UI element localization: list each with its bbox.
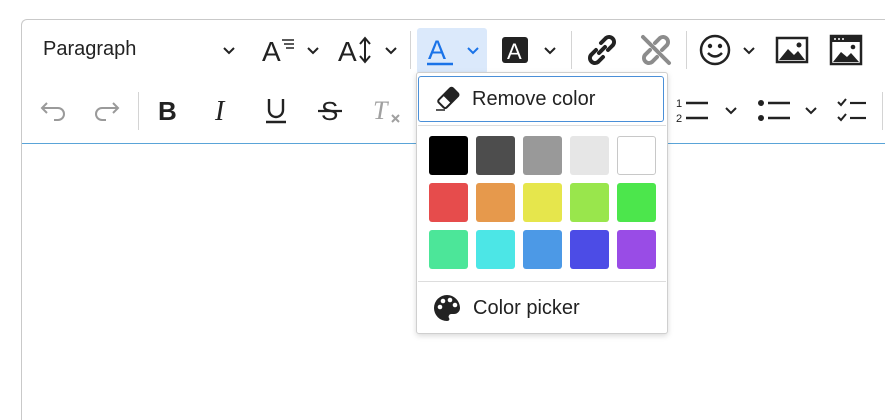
- color-swatch[interactable]: [617, 230, 656, 269]
- svg-text:I: I: [214, 96, 226, 125]
- clear-formatting-button[interactable]: T: [366, 90, 406, 130]
- media-icon: [829, 34, 863, 66]
- svg-text:A: A: [507, 39, 522, 64]
- color-swatch[interactable]: [476, 230, 515, 269]
- toolbar-row-1: Paragraph A A A A: [22, 20, 885, 76]
- dropdown-divider: [418, 281, 666, 282]
- chevron-down-icon: [725, 107, 737, 115]
- font-color-icon: A: [427, 35, 453, 66]
- svg-text:A: A: [338, 36, 357, 65]
- undo-button[interactable]: [36, 90, 72, 130]
- svg-text:T: T: [373, 96, 389, 125]
- eraser-icon: [436, 86, 460, 111]
- svg-text:A: A: [262, 36, 281, 65]
- redo-button[interactable]: [88, 90, 124, 130]
- heading-dropdown[interactable]: Paragraph: [32, 30, 242, 70]
- background-color-button[interactable]: A: [497, 30, 563, 70]
- chevron-down-icon: [307, 47, 319, 55]
- bold-icon: B: [158, 96, 177, 125]
- color-swatch[interactable]: [570, 136, 609, 175]
- color-swatch[interactable]: [429, 183, 468, 222]
- palette-icon: [434, 295, 460, 321]
- remove-color-button[interactable]: Remove color: [418, 76, 664, 122]
- italic-button[interactable]: I: [204, 90, 240, 130]
- color-swatch[interactable]: [523, 136, 562, 175]
- image-button[interactable]: [770, 30, 814, 70]
- line-height-icon: A: [338, 36, 371, 65]
- strikethrough-icon: S: [318, 96, 342, 125]
- strikethrough-button[interactable]: S: [312, 90, 348, 130]
- svg-text:B: B: [158, 96, 177, 125]
- color-swatch[interactable]: [476, 136, 515, 175]
- chevron-down-icon: [743, 47, 755, 55]
- color-swatch[interactable]: [429, 136, 468, 175]
- font-size-icon: A: [262, 36, 294, 65]
- toolbar-separator: [686, 31, 687, 69]
- underline-icon: [266, 99, 286, 124]
- color-picker-button[interactable]: Color picker: [418, 285, 664, 331]
- chevron-down-icon: [544, 47, 556, 55]
- color-swatch[interactable]: [476, 183, 515, 222]
- font-color-button[interactable]: A: [417, 28, 487, 74]
- chevron-down-icon: [223, 47, 235, 55]
- numbered-list-button[interactable]: 1 2: [674, 90, 742, 130]
- emoji-icon: [699, 34, 731, 66]
- checklist-button[interactable]: [830, 90, 874, 130]
- chevron-down-icon: [805, 107, 817, 115]
- numbered-list-icon: 1 2: [676, 98, 708, 125]
- bulleted-list-icon: [758, 100, 790, 121]
- dropdown-divider: [418, 125, 666, 126]
- unlink-icon: [641, 35, 671, 65]
- checklist-icon: [837, 98, 866, 122]
- toolbar-separator: [138, 92, 139, 130]
- media-button[interactable]: [824, 30, 868, 70]
- toolbar-separator: [571, 31, 572, 69]
- link-button[interactable]: [580, 30, 624, 70]
- color-swatch[interactable]: [523, 230, 562, 269]
- svg-text:A: A: [428, 35, 446, 65]
- color-swatch[interactable]: [570, 230, 609, 269]
- toolbar-separator: [882, 92, 883, 130]
- emoji-button[interactable]: [694, 30, 760, 70]
- italic-icon: I: [214, 96, 226, 125]
- bulleted-list-button[interactable]: [756, 90, 822, 130]
- color-swatch[interactable]: [617, 183, 656, 222]
- remove-color-label: Remove color: [472, 88, 596, 110]
- chevron-down-icon: [467, 47, 479, 55]
- color-swatch[interactable]: [429, 230, 468, 269]
- font-color-dropdown: Remove color Color picker: [416, 72, 668, 334]
- font-size-button[interactable]: A: [258, 30, 324, 70]
- color-swatch[interactable]: [523, 183, 562, 222]
- svg-text:1: 1: [676, 98, 682, 110]
- image-icon: [775, 36, 809, 64]
- toolbar-separator: [410, 31, 411, 69]
- color-picker-label: Color picker: [473, 297, 580, 319]
- undo-icon: [40, 102, 65, 121]
- clear-formatting-icon: T: [373, 96, 400, 125]
- unlink-button[interactable]: [634, 30, 678, 70]
- heading-select-label: Paragraph: [43, 38, 137, 60]
- svg-text:2: 2: [676, 113, 682, 125]
- link-icon: [588, 35, 616, 65]
- redo-icon: [95, 102, 120, 121]
- chevron-down-icon: [385, 47, 397, 55]
- bold-button[interactable]: B: [150, 90, 186, 130]
- background-color-icon: A: [502, 37, 528, 64]
- underline-button[interactable]: [258, 90, 294, 130]
- color-swatch[interactable]: [570, 183, 609, 222]
- line-height-button[interactable]: A: [334, 30, 402, 70]
- color-swatch[interactable]: [617, 136, 656, 175]
